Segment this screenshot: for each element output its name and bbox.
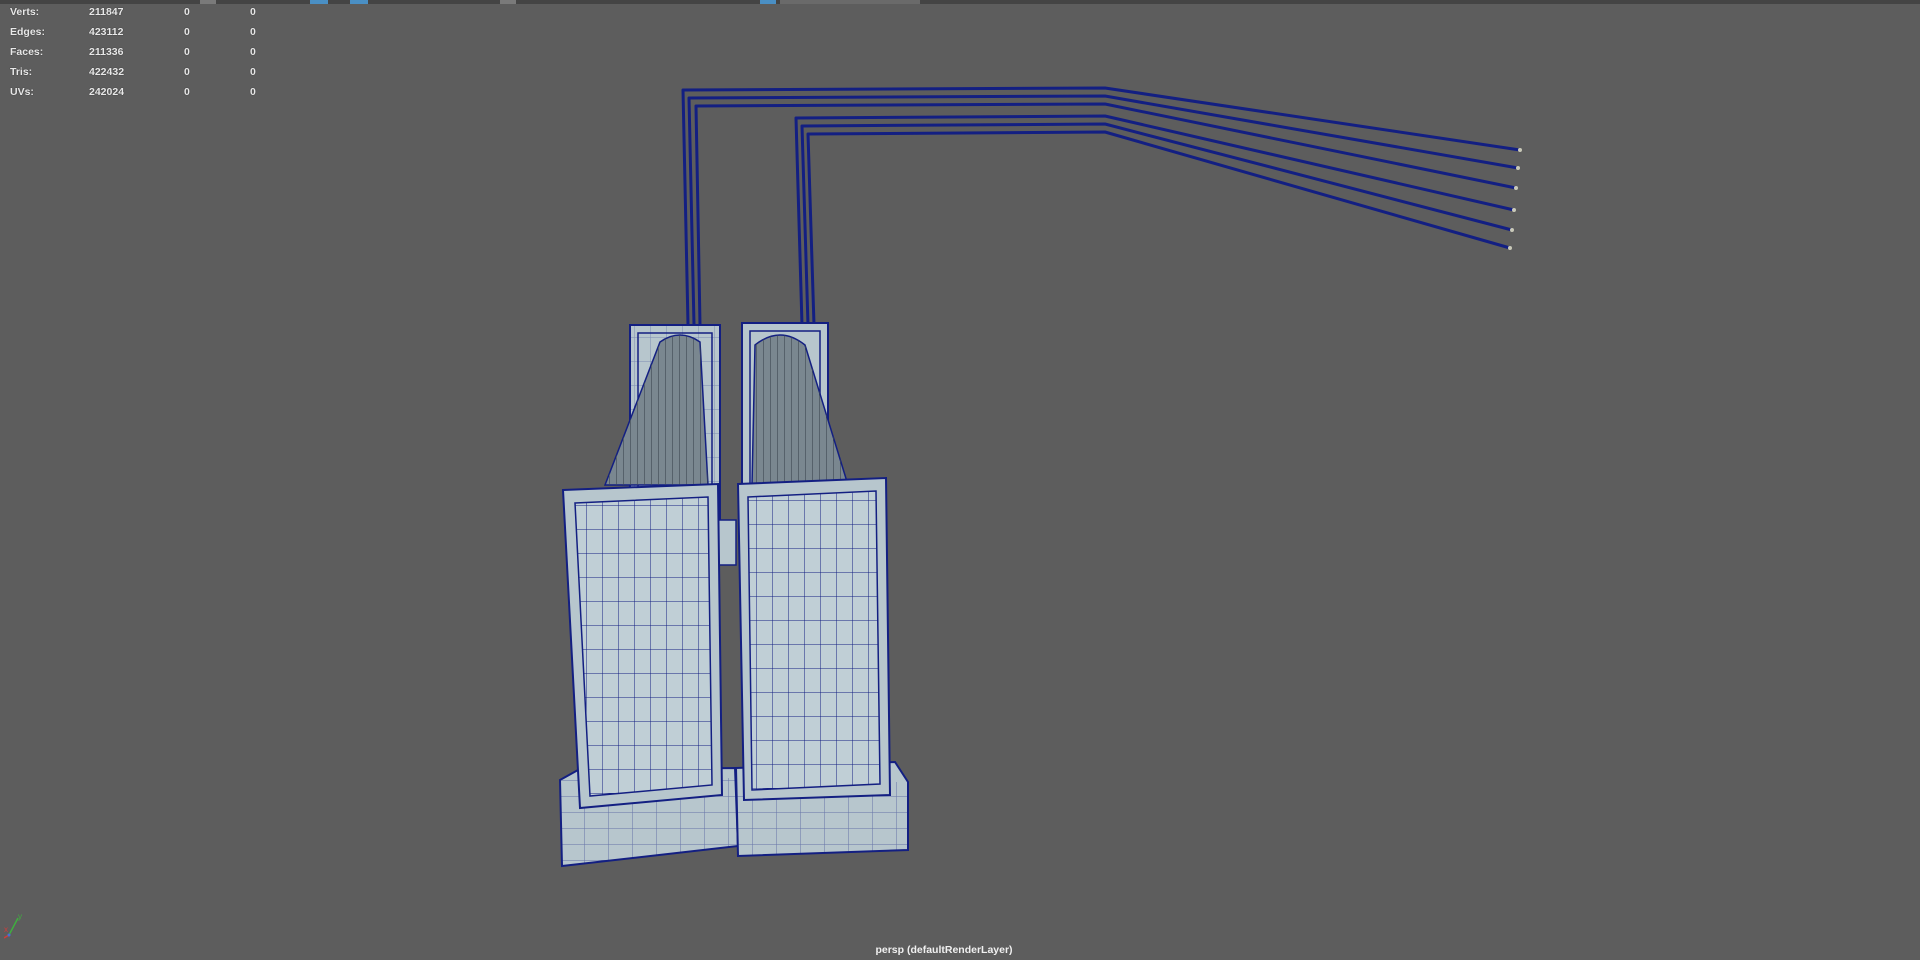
- camera-label: persp (defaultRenderLayer): [875, 944, 1013, 956]
- axis-gizmo: y x: [3, 910, 34, 940]
- y-axis-line: [8, 917, 19, 936]
- cable: [800, 122, 1513, 326]
- x-axis-label: x: [4, 925, 8, 934]
- cable: [806, 130, 1511, 326]
- tapered-cylinder-left[interactable]: [603, 334, 709, 486]
- front-panel-right[interactable]: [736, 476, 892, 802]
- cable-ends: [1508, 148, 1522, 250]
- scene-model[interactable]: [0, 0, 1920, 960]
- cable-bundle[interactable]: [681, 86, 1521, 326]
- center-connector: [717, 519, 737, 566]
- front-panel-left[interactable]: [561, 482, 724, 810]
- tapered-cylinder-right[interactable]: [751, 334, 850, 486]
- y-axis-label: y: [18, 912, 22, 921]
- 3d-viewport[interactable]: Verts: 211847 0 0 Edges: 423112 0 0 Face…: [0, 0, 1920, 960]
